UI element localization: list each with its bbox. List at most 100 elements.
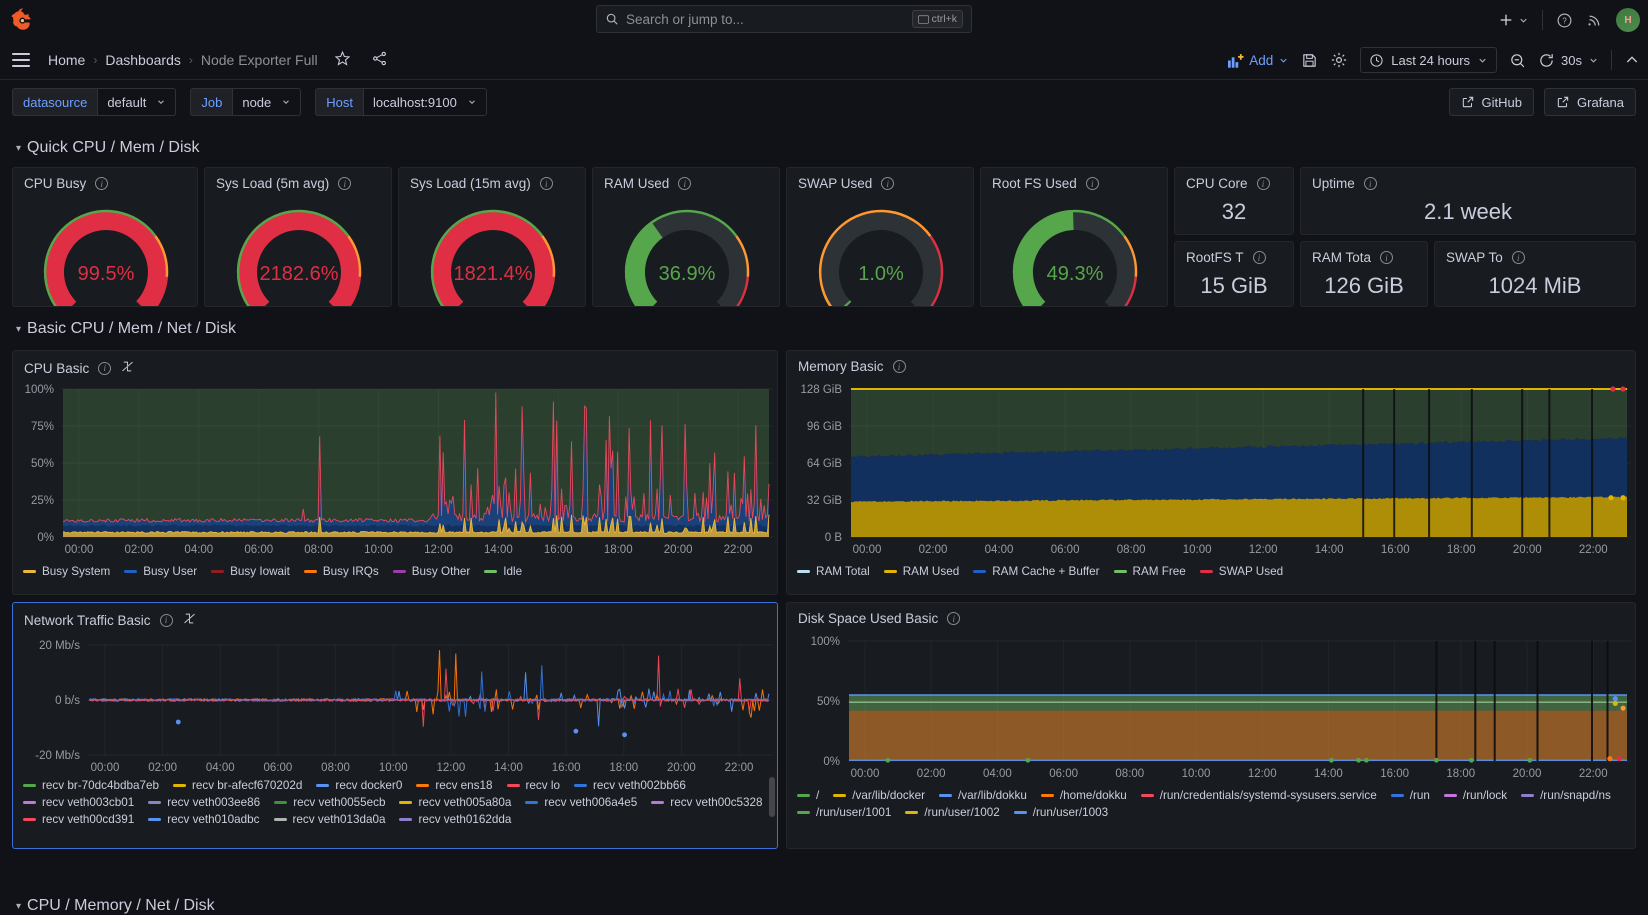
- datalinks-icon[interactable]: [120, 359, 135, 377]
- legend-item[interactable]: recv veth003cb01: [23, 796, 134, 809]
- panel-gauge-sys-load-15m-avg[interactable]: Sys Load (15m avg) i 1821.4%: [398, 167, 586, 307]
- breadcrumb-item-home[interactable]: Home: [48, 52, 85, 68]
- panel-gauge-root-fs-used[interactable]: Root FS Used i 49.3%: [980, 167, 1168, 307]
- legend-item[interactable]: /run/credentials/systemd-sysusers.servic…: [1140, 789, 1377, 802]
- save-icon[interactable]: [1301, 52, 1318, 69]
- panel-stat-swap-to[interactable]: SWAP To i 1024 MiB: [1434, 241, 1636, 307]
- row-header-quick[interactable]: ▾ Quick CPU / Mem / Disk: [0, 133, 200, 163]
- legend-item[interactable]: RAM Free: [1113, 565, 1186, 578]
- legend-item[interactable]: recv br-afecf670202d: [172, 779, 302, 792]
- row-header-cpu-memory-net-disk[interactable]: ▾ CPU / Memory / Net / Disk: [16, 897, 215, 915]
- legend-item[interactable]: recv ens18: [416, 779, 493, 792]
- row-header-basic[interactable]: ▾ Basic CPU / Mem / Net / Disk: [0, 314, 236, 344]
- legend-item[interactable]: /run/user/1001: [797, 806, 891, 819]
- legend-label: Busy User: [143, 565, 198, 578]
- legend-item[interactable]: recv veth005a80a: [399, 796, 511, 809]
- legend-scrollbar[interactable]: [769, 777, 775, 817]
- legend-item[interactable]: /run: [1390, 789, 1430, 802]
- avatar[interactable]: H: [1616, 8, 1640, 32]
- info-icon[interactable]: i: [947, 612, 961, 625]
- legend-item[interactable]: /run/snapd/ns: [1521, 789, 1611, 802]
- grafana-logo[interactable]: [9, 6, 37, 34]
- legend-network-traffic-basic: recv br-70dc4bdba7eb recv br-afecf670202…: [23, 779, 771, 826]
- gear-icon[interactable]: [1330, 51, 1348, 69]
- panel-gauge-ram-used[interactable]: RAM Used i 36.9%: [592, 167, 780, 307]
- info-icon[interactable]: i: [1256, 177, 1270, 190]
- link-grafana[interactable]: Grafana: [1544, 88, 1636, 116]
- legend-item[interactable]: Busy IRQs: [303, 565, 379, 578]
- chevron-down-icon: [1590, 58, 1597, 63]
- add-panel-button[interactable]: Add: [1228, 53, 1289, 68]
- legend-item[interactable]: Busy Iowait: [211, 565, 290, 578]
- legend-item[interactable]: recv veth010adbc: [148, 813, 260, 826]
- panel-stat-rootfs-t[interactable]: RootFS T i 15 GiB: [1174, 241, 1294, 307]
- legend-item[interactable]: Busy System: [23, 565, 110, 578]
- legend-item[interactable]: Idle: [484, 565, 522, 578]
- svg-text:10:00: 10:00: [364, 544, 393, 556]
- panel-memory-basic[interactable]: Memory Basic i 128 GiB 96 GiB 64 GiB 32 GiB…: [786, 350, 1636, 595]
- search-shortcut-text: ctrl+k: [931, 13, 957, 25]
- legend-item[interactable]: RAM Used: [883, 565, 959, 578]
- legend-item[interactable]: recv veth00cd391: [23, 813, 134, 826]
- info-icon[interactable]: i: [1511, 251, 1525, 264]
- time-range-picker[interactable]: Last 24 hours: [1360, 47, 1498, 73]
- legend-item[interactable]: Busy Other: [392, 565, 470, 578]
- variable-host-select[interactable]: localhost:9100: [363, 88, 487, 116]
- info-icon[interactable]: i: [159, 613, 173, 627]
- panel-stat-ram-tota[interactable]: RAM Tota i 126 GiB: [1300, 241, 1428, 307]
- rss-icon[interactable]: [1586, 12, 1603, 29]
- legend-item[interactable]: /: [797, 789, 819, 802]
- star-icon[interactable]: [334, 50, 351, 70]
- panel-disk-space-used-basic[interactable]: Disk Space Used Basic i 100% 50% 0% 00:00 02…: [786, 602, 1636, 849]
- panel-stat-cpu-core[interactable]: CPU Core i 32: [1174, 167, 1294, 235]
- legend-item[interactable]: SWAP Used: [1199, 565, 1283, 578]
- collapse-toolbar-icon[interactable]: [1624, 52, 1640, 68]
- legend-item[interactable]: RAM Cache + Buffer: [973, 565, 1100, 578]
- panel-network-traffic-basic[interactable]: Network Traffic Basic i 20 Mb/s 0 b/s -20 …: [12, 602, 778, 849]
- legend-item[interactable]: /var/lib/docker: [833, 789, 925, 802]
- info-icon[interactable]: i: [1363, 177, 1377, 190]
- legend-item[interactable]: /run/user/1002: [905, 806, 1000, 819]
- legend-item[interactable]: recv veth00c5328: [651, 796, 763, 809]
- legend-item[interactable]: /home/dokku: [1040, 789, 1127, 802]
- refresh-picker[interactable]: 30s: [1538, 52, 1599, 69]
- legend-item[interactable]: recv veth0162dda: [399, 813, 511, 826]
- info-icon[interactable]: i: [892, 360, 906, 373]
- search-input[interactable]: Search or jump to... ctrl+k: [596, 5, 972, 33]
- zoom-out-icon[interactable]: [1509, 52, 1526, 69]
- legend-item[interactable]: recv docker0: [316, 779, 402, 792]
- panel-cpu-basic[interactable]: CPU Basic i 100% 75% 50% 25% 0% 00:00 02:00 04:…: [12, 350, 778, 595]
- legend-item[interactable]: recv lo: [506, 779, 560, 792]
- legend-item[interactable]: recv veth0055ecb: [274, 796, 385, 809]
- info-icon[interactable]: i: [1252, 251, 1266, 264]
- legend-swatch: [506, 783, 520, 788]
- legend-item[interactable]: /var/lib/dokku: [939, 789, 1027, 802]
- refresh-icon[interactable]: [1538, 52, 1555, 69]
- panel-gauge-cpu-busy[interactable]: CPU Busy i 99.5%: [12, 167, 198, 307]
- share-icon[interactable]: [371, 50, 388, 70]
- panel-gauge-sys-load-5m-avg[interactable]: Sys Load (5m avg) i 2182.6%: [204, 167, 392, 307]
- variable-datasource-select[interactable]: default: [97, 88, 177, 116]
- legend-item[interactable]: recv veth002bb66: [573, 779, 686, 792]
- legend-item[interactable]: Busy User: [124, 565, 197, 578]
- info-icon[interactable]: i: [1380, 251, 1394, 264]
- variable-job-select[interactable]: node: [232, 88, 302, 116]
- legend-item[interactable]: /run/lock: [1443, 789, 1507, 802]
- legend-item[interactable]: recv br-70dc4bdba7eb: [23, 779, 159, 792]
- panel-gauge-swap-used[interactable]: SWAP Used i 1.0%: [786, 167, 974, 307]
- datalinks-icon[interactable]: [182, 611, 197, 629]
- legend-item[interactable]: /run/user/1003: [1013, 806, 1108, 819]
- breadcrumb-item-dashboards[interactable]: Dashboards: [105, 52, 181, 68]
- legend-item[interactable]: recv veth003ee86: [148, 796, 260, 809]
- add-new-button[interactable]: [1498, 12, 1529, 28]
- link-github[interactable]: GitHub: [1448, 88, 1535, 116]
- legend-item[interactable]: recv veth006a4e5: [525, 796, 637, 809]
- info-icon[interactable]: i: [98, 361, 112, 375]
- panel-stat-uptime[interactable]: Uptime i 2.1 week: [1300, 167, 1636, 235]
- legend-item[interactable]: recv veth013da0a: [273, 813, 385, 826]
- clock-icon: [1370, 53, 1383, 67]
- menu-toggle-icon[interactable]: [12, 52, 30, 67]
- legend-item[interactable]: RAM Total: [797, 565, 870, 578]
- svg-text:16:00: 16:00: [1381, 544, 1410, 556]
- help-icon[interactable]: ?: [1556, 12, 1573, 29]
